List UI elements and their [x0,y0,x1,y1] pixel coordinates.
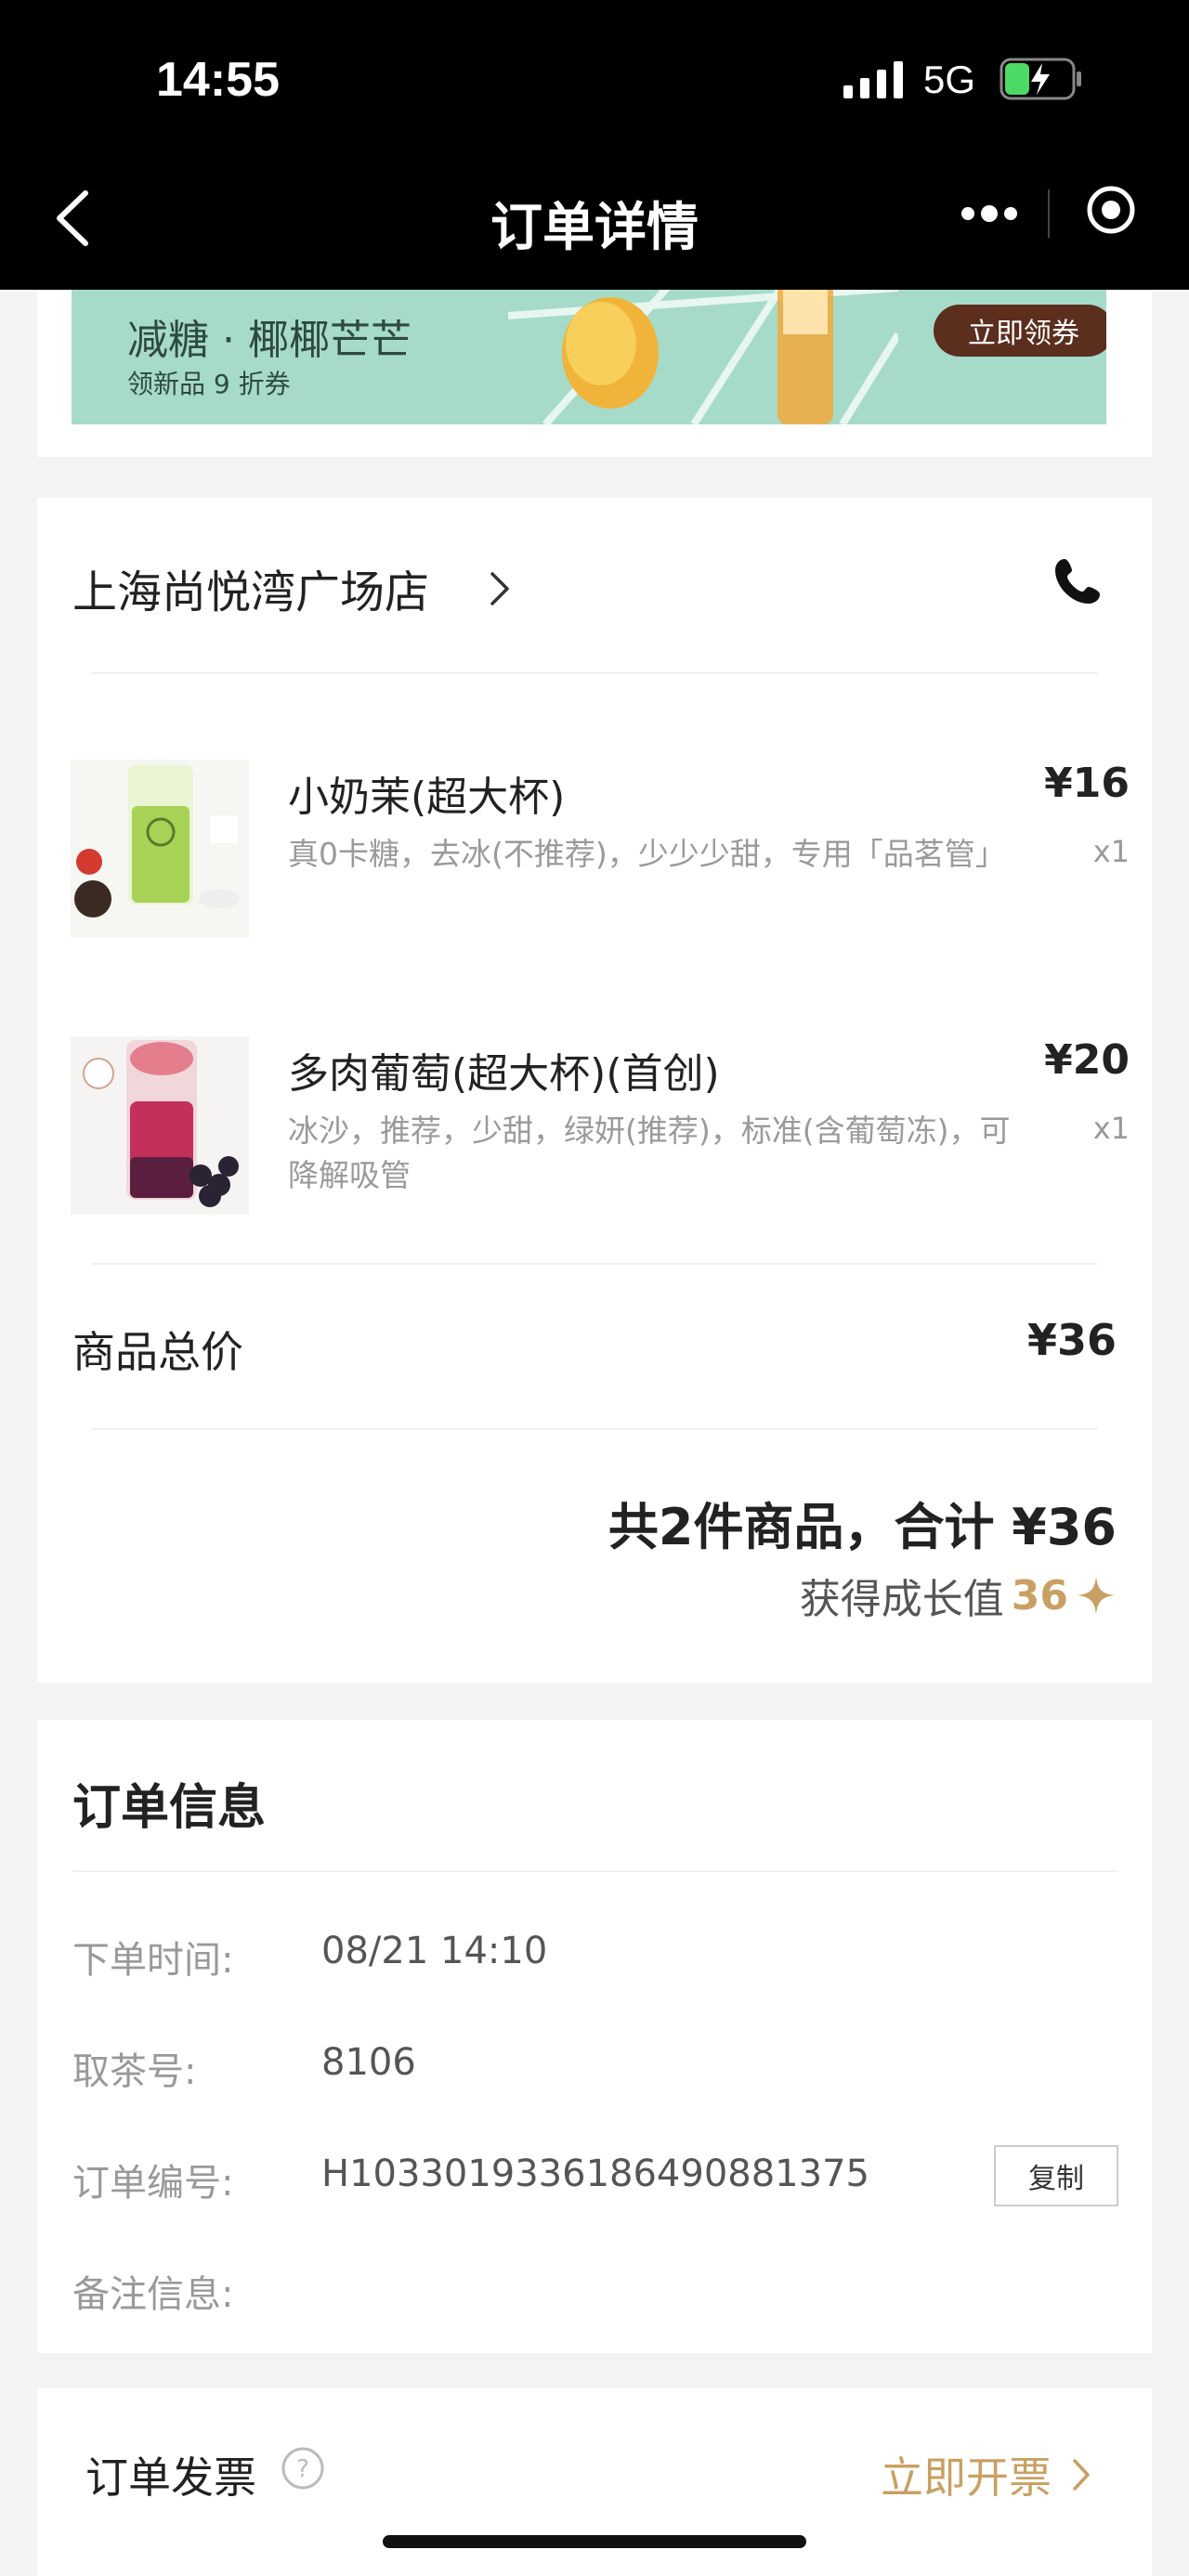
subtotal-label: 商品总价 [72,1327,243,1377]
product-item[interactable]: 小奶茉(超大杯) 真0卡糖，去冰(不推荐)，少少少甜，专用「品茗管」 ¥16 x… [71,760,1130,938]
header: 14:55 5G 订单详情 [0,0,1189,290]
divider [91,1263,1098,1265]
product-spec: 冰沙，推荐，少甜，绿妍(推荐)，标准(含葡萄冻)，可降解吸管 [288,1112,1011,1193]
copy-button[interactable]: 复制 [994,2145,1118,2206]
growth-label: 获得成长值 [799,1576,1004,1623]
network-label: 5G [923,58,976,101]
info-label: 备注信息: [72,2273,234,2316]
milk-tea-thumb [71,760,249,938]
chevron-right-icon [1073,2459,1090,2491]
order-total: 共2件商品，合计 ¥36 [608,1498,1117,1556]
promo-card: 减糖 · 椰椰芒芒 领新品 9 折券 立即领券 [37,279,1152,457]
order-time: 08/21 14:10 [321,1930,548,1972]
claim-coupon-button[interactable]: 立即领券 [934,305,1106,357]
battery-charging-icon [1000,58,1081,100]
product-qty: x1 [1092,1111,1130,1146]
promo-drink-image [508,279,898,424]
product-price: ¥16 [1044,760,1130,807]
invoice-label: 订单发票 [85,2452,256,2503]
phone-icon[interactable] [1052,555,1104,607]
divider [91,1428,1098,1430]
info-label: 下单时间: [72,1939,234,1982]
store-name[interactable]: 上海尚悦湾广场店 [72,555,429,620]
product-price: ¥20 [1044,1036,1130,1084]
order-number: H1033019336186490881375 [321,2153,869,2195]
info-label: 取茶号: [72,2050,197,2093]
promo-banner[interactable]: 减糖 · 椰椰芒芒 领新品 9 折券 立即领券 [72,279,1106,424]
product-item[interactable]: 多肉葡萄(超大杯)(首创) 冰沙，推荐，少甜，绿妍(推荐)，标准(含葡萄冻)，可… [71,1036,1130,1215]
more-icon[interactable] [957,190,1022,237]
growth-points: 获得成长值 36 [800,1566,1117,1625]
product-spec: 真0卡糖，去冰(不推荐)，少少少甜，专用「品茗管」 [288,836,1006,872]
issue-invoice-label: 立即开票 [881,2452,1052,2503]
product-qty: x1 [1092,834,1130,869]
signal-icon [843,61,903,98]
subtotal-value: ¥36 [1026,1315,1117,1365]
growth-value: 36 [1011,1571,1068,1620]
info-label: 订单编号: [72,2162,234,2205]
status-time: 14:55 [156,53,280,107]
product-name: 多肉葡萄(超大杯)(首创) [288,1050,720,1098]
help-icon[interactable]: ? [281,2446,325,2491]
divider [91,672,1098,674]
nav-divider [1048,189,1050,238]
chevron-right-icon[interactable] [489,570,511,607]
pickup-number: 8106 [321,2041,416,2084]
product-name: 小奶茉(超大杯) [288,774,566,821]
divider [72,1870,1118,1872]
promo-subtitle: 领新品 9 折券 [127,369,291,399]
issue-invoice-button[interactable]: 立即开票 [881,2444,1091,2505]
sparkle-icon [1078,1577,1115,1614]
store-card: 上海尚悦湾广场店 小奶茉(超大杯) 真0卡糖，去冰(不推荐)，少少少甜，专用「品… [37,498,1152,1683]
promo-title: 减糖 · 椰椰芒芒 [127,317,412,364]
order-info-title: 订单信息 [72,1780,267,1836]
svg-text:?: ? [296,2455,309,2483]
order-info-card: 订单信息 下单时间: 08/21 14:10 取茶号: 8106 订单编号: H… [37,1720,1152,2353]
target-icon[interactable] [1085,184,1137,236]
home-indicator [383,2535,806,2548]
grape-tea-thumb [71,1036,249,1215]
